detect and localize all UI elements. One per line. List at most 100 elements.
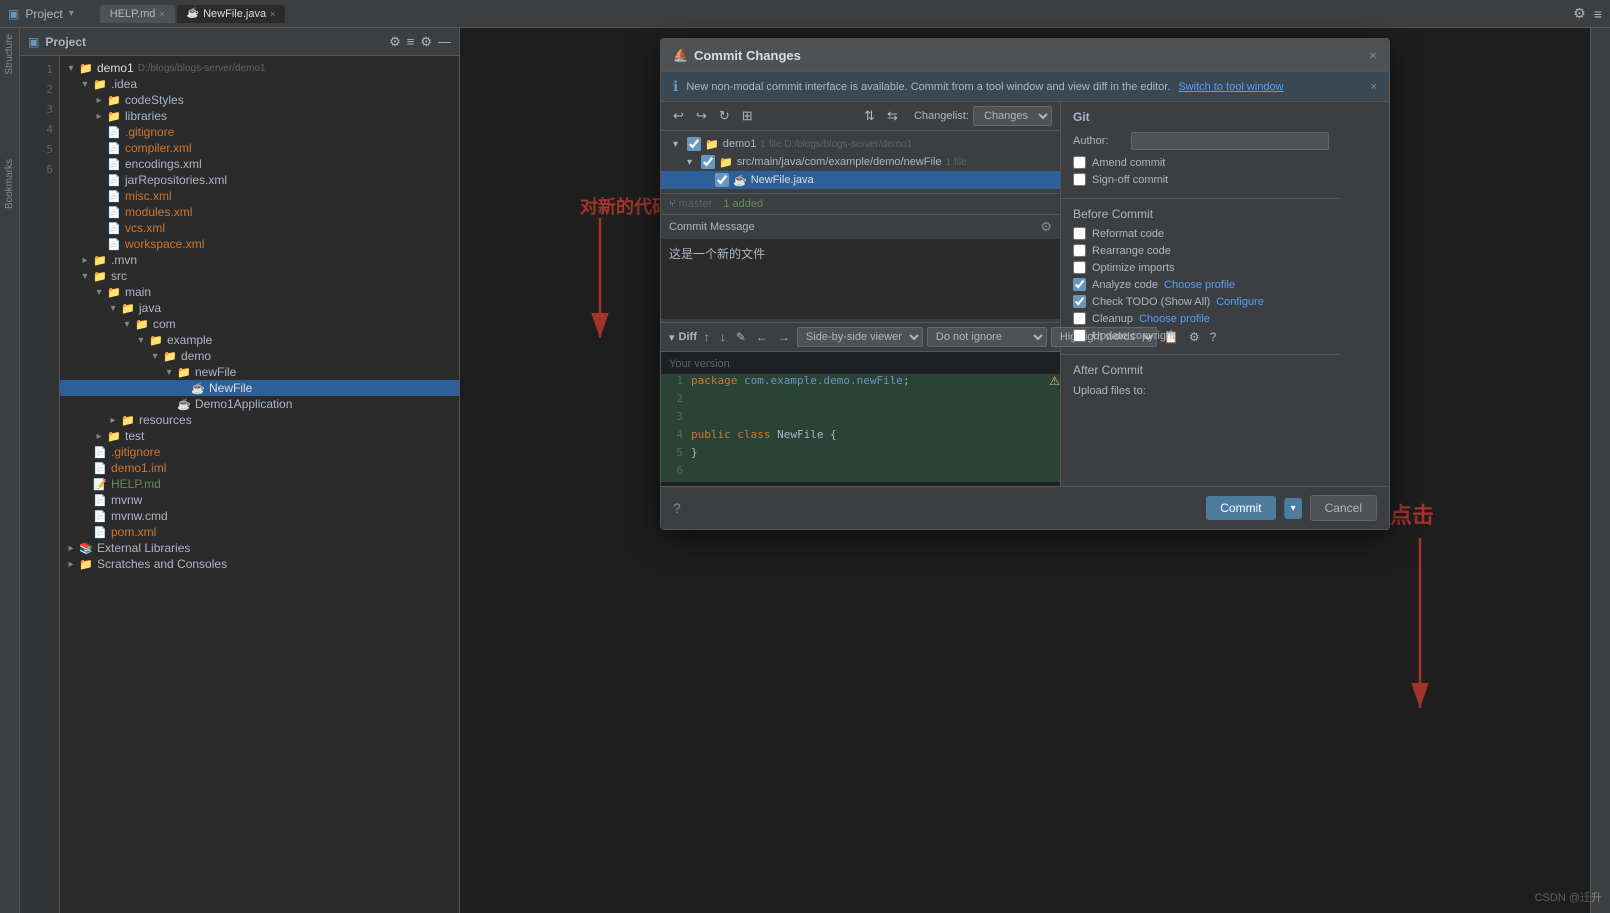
gear2-icon[interactable]: ⚙	[420, 34, 432, 50]
diff-down-btn[interactable]: ↓	[717, 328, 729, 346]
author-input[interactable]	[1131, 132, 1329, 150]
gear-icon[interactable]: ⚙	[1573, 5, 1586, 22]
tree-src[interactable]: ▾ 📁 src	[60, 268, 459, 284]
todo-checkbox[interactable]	[1073, 295, 1086, 308]
redo-btn[interactable]: ↪	[692, 106, 711, 126]
diff-viewer-select[interactable]: Side-by-side viewer Unified viewer	[797, 327, 923, 347]
diff-prev-btn[interactable]: ←	[753, 328, 771, 346]
sort-btn[interactable]: ⇅	[860, 106, 879, 126]
tree-NewFile-java[interactable]: ☕ NewFile	[60, 380, 459, 396]
fl-demo1-checkbox[interactable]	[687, 137, 701, 151]
tree-scratches[interactable]: ▸ 📁 Scratches and Consoles	[60, 556, 459, 572]
analyze-row: Analyze code Choose profile	[1073, 278, 1329, 291]
group-btn[interactable]: ⊞	[738, 106, 757, 126]
configure-link[interactable]: Configure	[1216, 296, 1264, 308]
dropdown-icon[interactable]: ▾	[69, 8, 74, 19]
tree-java[interactable]: ▾ 📁 java	[60, 300, 459, 316]
tree-external-libs[interactable]: ▸ 📚 External Libraries	[60, 540, 459, 556]
info-close-button[interactable]: ×	[1371, 81, 1377, 93]
tree-modules[interactable]: 📄 modules.xml	[60, 204, 459, 220]
folder-test-icon: 📁	[106, 430, 122, 443]
codeStyles-arrow: ▸	[92, 95, 106, 106]
tree-example[interactable]: ▾ 📁 example	[60, 332, 459, 348]
tree-pom[interactable]: 📄 pom.xml	[60, 524, 459, 540]
tree-help-md[interactable]: 📝 HELP.md	[60, 476, 459, 492]
tree-idea[interactable]: ▾ 📁 .idea	[60, 76, 459, 92]
menu-icon[interactable]: ≡	[1594, 6, 1602, 22]
fl-src-path[interactable]: ▾ 📁 src/main/java/com/example/demo/newFi…	[661, 153, 1060, 171]
diff-toggle[interactable]: ▾	[669, 331, 675, 344]
analyze-profile-link[interactable]: Choose profile	[1164, 279, 1235, 291]
tree-gitignore-root[interactable]: 📄 .gitignore	[60, 444, 459, 460]
fl-src-arrow: ▾	[687, 157, 701, 168]
commit-arrow-button[interactable]: ▾	[1284, 498, 1302, 519]
collapse-icon[interactable]: ≡	[407, 34, 415, 50]
bookmarks-label[interactable]: Bookmarks	[4, 159, 15, 209]
tree-newFile[interactable]: ▾ 📁 newFile	[60, 364, 459, 380]
tree-test[interactable]: ▸ 📁 test	[60, 428, 459, 444]
settings-icon[interactable]: ⚙	[389, 34, 401, 50]
tab-help-close[interactable]: ×	[159, 9, 164, 19]
commit-button[interactable]: Commit	[1206, 496, 1275, 520]
file-list: ▾ 📁 demo1 1 file D:/blogs/blogs-server/d…	[661, 131, 1060, 193]
fl-newfile[interactable]: ☕ NewFile.java	[661, 171, 1060, 189]
tree-compiler[interactable]: 📄 compiler.xml	[60, 140, 459, 156]
filter-btn[interactable]: ⇆	[883, 106, 902, 126]
rearrange-checkbox[interactable]	[1073, 244, 1086, 257]
rearrange-label: Rearrange code	[1092, 245, 1171, 257]
fl-demo1[interactable]: ▾ 📁 demo1 1 file D:/blogs/blogs-server/d…	[661, 135, 1060, 153]
diff-title: Diff	[679, 331, 697, 343]
tree-resources[interactable]: ▸ 📁 resources	[60, 412, 459, 428]
tab-newfile-close[interactable]: ×	[270, 9, 275, 19]
diff-ignore-select[interactable]: Do not ignore Ignore whitespace	[927, 327, 1047, 347]
tree-mvnw[interactable]: 📄 mvnw	[60, 492, 459, 508]
tree-demo[interactable]: ▾ 📁 demo	[60, 348, 459, 364]
cleanup-profile-link[interactable]: Choose profile	[1139, 313, 1210, 325]
cancel-button[interactable]: Cancel	[1310, 495, 1377, 521]
dialog-body: ↩ ↪ ↻ ⊞ ⇅ ⇆ Changelist: Changes	[661, 102, 1389, 486]
before-commit-section: Before Commit Reformat code Rearrange co…	[1061, 199, 1341, 355]
tree-jarRepositories[interactable]: 📄 jarRepositories.xml	[60, 172, 459, 188]
footer-help-icon[interactable]: ?	[673, 500, 681, 516]
commit-msg-textarea[interactable]: 这是一个新的文件	[661, 239, 1060, 319]
structure-label[interactable]: Structure	[4, 34, 15, 75]
tree-gitignore-idea[interactable]: 📄 .gitignore	[60, 124, 459, 140]
tree-libraries[interactable]: ▸ 📁 libraries	[60, 108, 459, 124]
copyright-checkbox[interactable]	[1073, 329, 1086, 342]
tree-vcs[interactable]: 📄 vcs.xml	[60, 220, 459, 236]
diff-edit-btn[interactable]: ✎	[733, 328, 749, 346]
reformat-label: Reformat code	[1092, 228, 1164, 240]
tree-mvnw-cmd[interactable]: 📄 mvnw.cmd	[60, 508, 459, 524]
tree-main[interactable]: ▾ 📁 main	[60, 284, 459, 300]
tree-mvn[interactable]: ▸ 📁 .mvn	[60, 252, 459, 268]
commit-msg-settings-icon[interactable]: ⚙	[1040, 219, 1052, 235]
tab-newfile[interactable]: ☕ NewFile.java ×	[177, 5, 286, 23]
tree-demo1-iml[interactable]: 📄 demo1.iml	[60, 460, 459, 476]
tree-Demo1App[interactable]: ☕ Demo1Application	[60, 396, 459, 412]
rearrange-row: Rearrange code	[1073, 244, 1329, 257]
changelist-dropdown[interactable]: Changes	[973, 106, 1052, 126]
undo-btn[interactable]: ↩	[669, 106, 688, 126]
cleanup-checkbox[interactable]	[1073, 312, 1086, 325]
tree-misc[interactable]: 📄 misc.xml	[60, 188, 459, 204]
amend-commit-checkbox[interactable]	[1073, 156, 1086, 169]
tree-encodings[interactable]: 📄 encodings.xml	[60, 156, 459, 172]
tab-help[interactable]: HELP.md ×	[100, 5, 175, 23]
fl-newfile-checkbox[interactable]	[715, 173, 729, 187]
minimize-icon[interactable]: —	[438, 34, 451, 50]
dialog-close-button[interactable]: ×	[1369, 47, 1377, 63]
diff-next-btn[interactable]: →	[775, 328, 793, 346]
analyze-checkbox[interactable]	[1073, 278, 1086, 291]
refresh-btn[interactable]: ↻	[715, 106, 734, 126]
diff-up-btn[interactable]: ↑	[701, 328, 713, 346]
reformat-checkbox[interactable]	[1073, 227, 1086, 240]
tree-mvnw-label: mvnw	[111, 493, 142, 507]
tree-codeStyles[interactable]: ▸ 📁 codeStyles	[60, 92, 459, 108]
info-link[interactable]: Switch to tool window	[1178, 81, 1283, 93]
tree-com[interactable]: ▾ 📁 com	[60, 316, 459, 332]
optimize-checkbox[interactable]	[1073, 261, 1086, 274]
tree-workspace[interactable]: 📄 workspace.xml	[60, 236, 459, 252]
sign-off-checkbox[interactable]	[1073, 173, 1086, 186]
fl-src-checkbox[interactable]	[701, 155, 715, 169]
tree-root[interactable]: ▾ 📁 demo1 D:/blogs/blogs-server/demo1	[60, 60, 459, 76]
